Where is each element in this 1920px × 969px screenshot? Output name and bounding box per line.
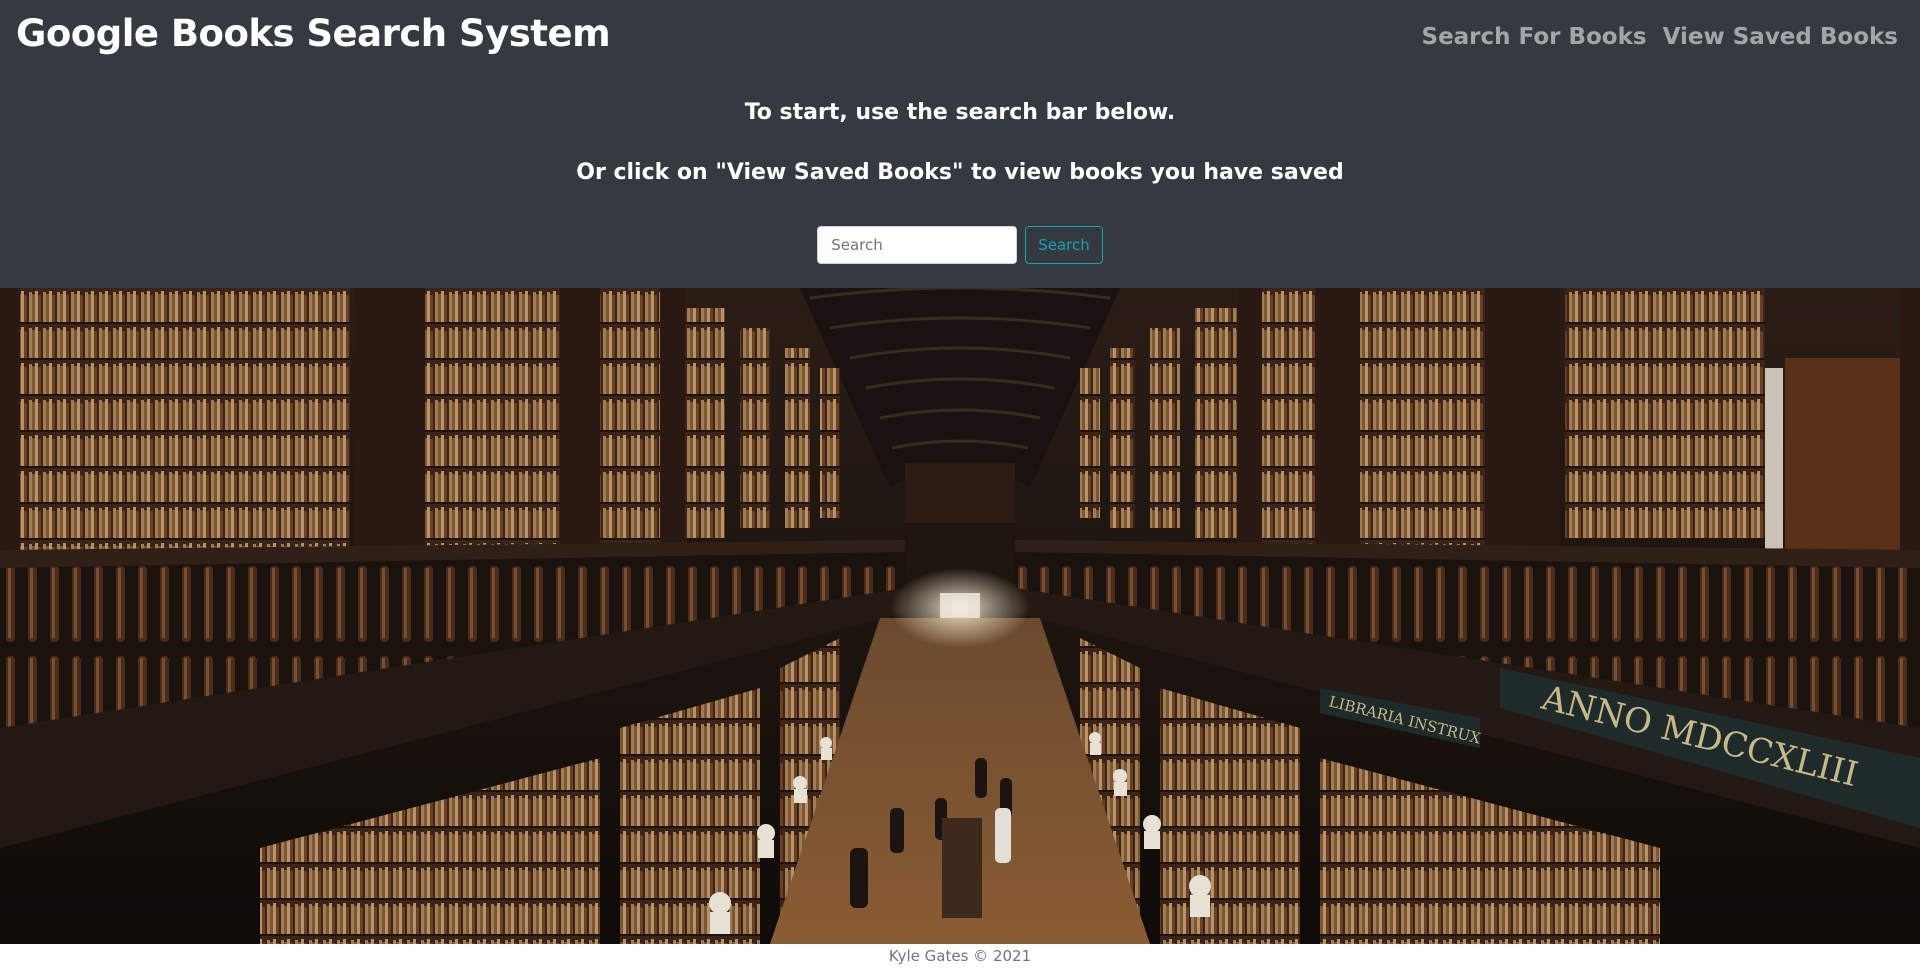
library-illustration: ANNO MDCCXLIII LIBRARIA INSTRUX <box>0 288 1920 944</box>
main-nav: Search For Books View Saved Books <box>1422 24 1899 50</box>
library-hero-image: ANNO MDCCXLIII LIBRARIA INSTRUX <box>0 288 1920 944</box>
nav-link-saved[interactable]: View Saved Books <box>1663 24 1898 50</box>
search-form: Search <box>0 226 1920 264</box>
site-footer: Kyle Gates © 2021 <box>888 947 1032 965</box>
search-button[interactable]: Search <box>1025 226 1103 264</box>
site-header: Google Books Search System Search For Bo… <box>0 0 1920 288</box>
search-input[interactable] <box>817 226 1018 264</box>
nav-link-search[interactable]: Search For Books <box>1422 24 1647 50</box>
intro-line-2: Or click on "View Saved Books" to view b… <box>576 160 1344 185</box>
intro-line-1: To start, use the search bar below. <box>744 100 1176 125</box>
site-brand[interactable]: Google Books Search System <box>16 12 611 55</box>
